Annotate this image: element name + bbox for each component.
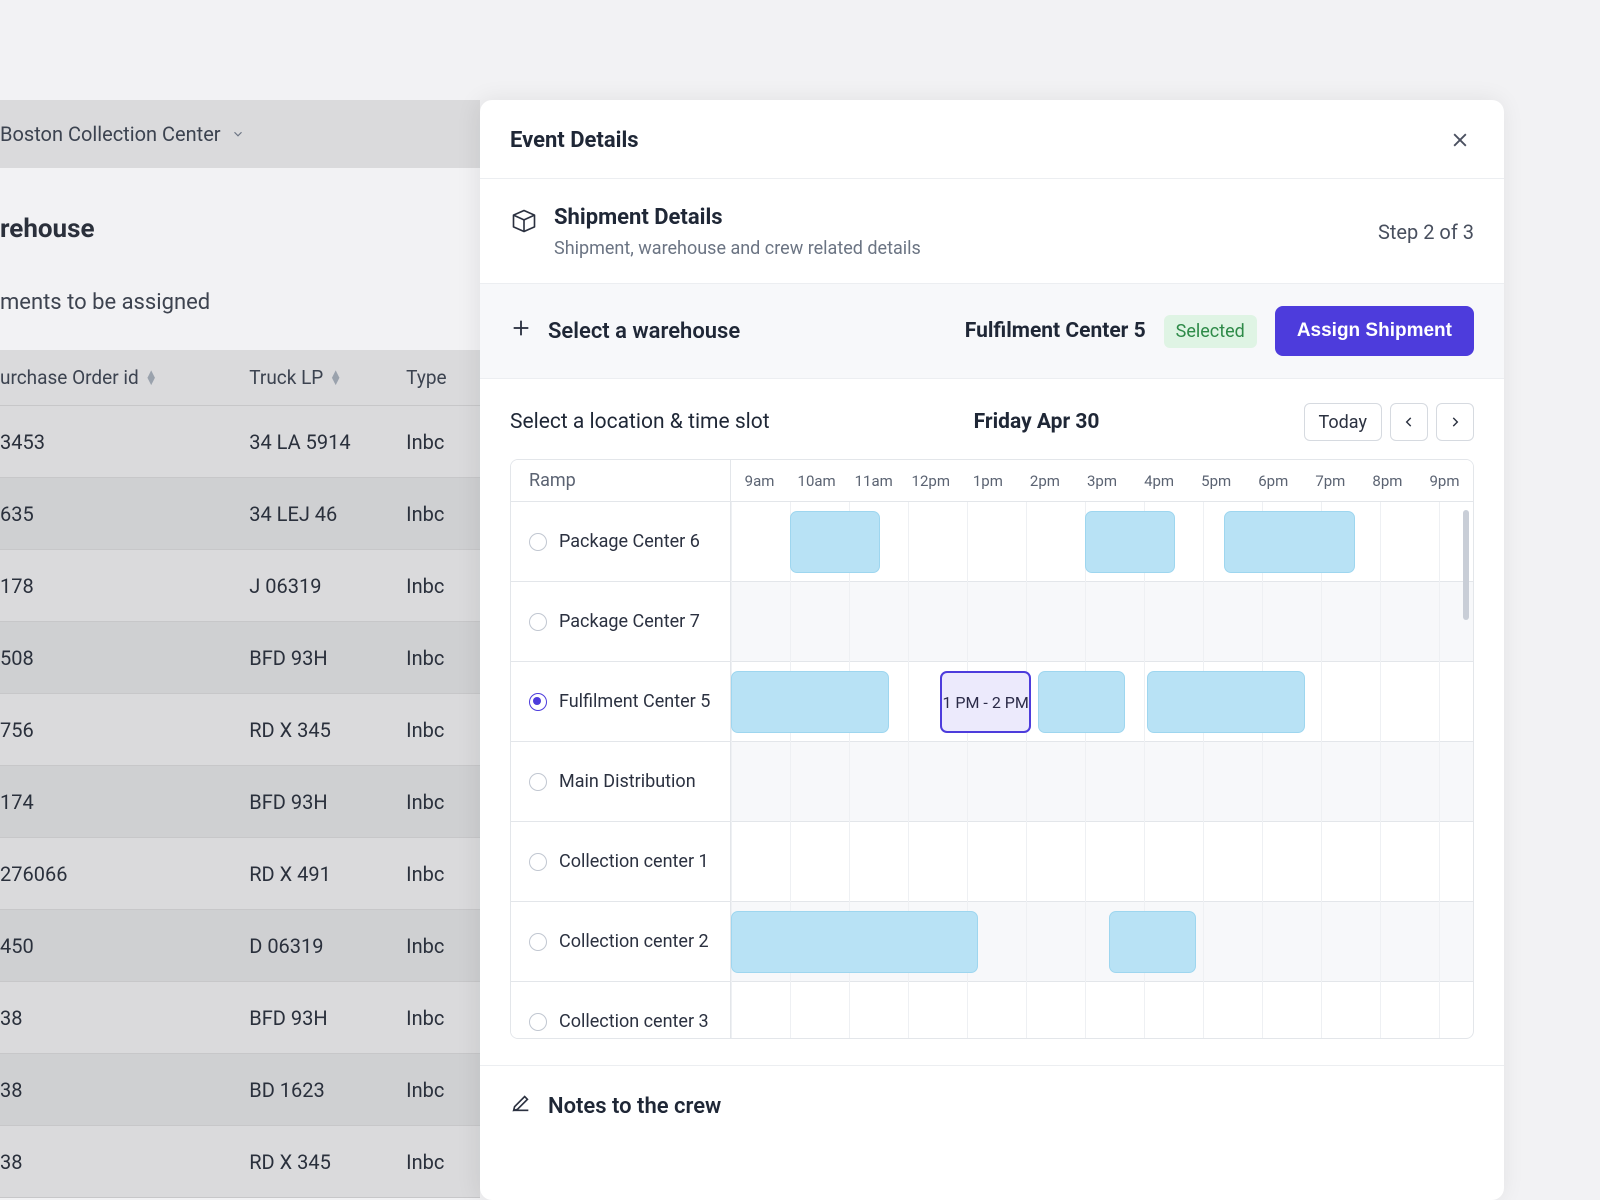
time-label: 10am [788, 460, 845, 501]
time-label: 6pm [1245, 460, 1302, 501]
time-label: 2pm [1016, 460, 1073, 501]
ramp-label: Main Distribution [559, 771, 696, 792]
timeslot-block[interactable] [731, 911, 978, 973]
time-label: 7pm [1302, 460, 1359, 501]
ramp-option[interactable]: Collection center 3 [511, 982, 730, 1039]
timeslot-block[interactable] [1085, 511, 1175, 573]
select-warehouse-button[interactable]: Select a warehouse [510, 317, 740, 345]
selected-timeslot[interactable]: 1 PM - 2 PM [940, 671, 1030, 733]
ramp-option[interactable]: Package Center 6 [511, 502, 730, 582]
timeslot-block[interactable] [1109, 911, 1196, 973]
time-label: 9am [731, 460, 788, 501]
radio-icon [529, 853, 547, 871]
selected-badge: Selected [1164, 315, 1257, 348]
calendar-row[interactable] [731, 582, 1473, 662]
prev-day-button[interactable] [1390, 403, 1428, 441]
time-label: 3pm [1073, 460, 1130, 501]
next-day-button[interactable] [1436, 403, 1474, 441]
plus-icon [510, 317, 532, 345]
time-label: 9pm [1416, 460, 1473, 501]
time-label: 5pm [1188, 460, 1245, 501]
step-counter: Step 2 of 3 [1378, 220, 1474, 244]
assign-shipment-button[interactable]: Assign Shipment [1275, 306, 1474, 356]
ramp-option[interactable]: Fulfilment Center 5 [511, 662, 730, 742]
radio-icon [529, 933, 547, 951]
selected-warehouse-name: Fulfilment Center 5 [965, 319, 1146, 343]
radio-icon [529, 1013, 547, 1031]
event-details-panel: Event Details Shipment Details Shipment,… [480, 100, 1504, 1200]
calendar-row[interactable] [731, 742, 1473, 822]
radio-icon [529, 693, 547, 711]
ramp-label: Package Center 7 [559, 611, 700, 632]
time-label: 11am [845, 460, 902, 501]
notes-section-header[interactable]: Notes to the crew [480, 1065, 1504, 1146]
today-button[interactable]: Today [1304, 403, 1382, 441]
calendar-grid: Ramp 9am10am11am12pm1pm2pm3pm4pm5pm6pm7p… [510, 459, 1474, 1039]
ramp-label: Fulfilment Center 5 [559, 691, 710, 712]
package-icon [510, 207, 538, 239]
grid-scrollbar[interactable] [1463, 510, 1469, 620]
step-description: Shipment, warehouse and crew related det… [554, 238, 921, 259]
ramp-option[interactable]: Main Distribution [511, 742, 730, 822]
timeslot-block[interactable] [1224, 511, 1356, 573]
calendar-date: Friday Apr 30 [974, 410, 1100, 434]
close-button[interactable] [1446, 126, 1474, 154]
ramp-label: Package Center 6 [559, 531, 700, 552]
radio-icon [529, 613, 547, 631]
timeslot-block[interactable] [1038, 671, 1125, 733]
ramp-label: Collection center 3 [559, 1011, 709, 1032]
timeslot-block[interactable] [1147, 671, 1305, 733]
time-label: 12pm [902, 460, 959, 501]
ramp-label: Collection center 2 [559, 931, 709, 952]
ramp-option[interactable]: Package Center 7 [511, 582, 730, 662]
radio-icon [529, 533, 547, 551]
step-title: Shipment Details [554, 205, 921, 230]
pencil-icon [510, 1092, 532, 1120]
time-label: 1pm [959, 460, 1016, 501]
time-label: 8pm [1359, 460, 1416, 501]
ramp-column-header: Ramp [511, 460, 731, 501]
modal-title: Event Details [510, 128, 639, 153]
timeslot-block[interactable] [731, 671, 889, 733]
calendar-row[interactable] [731, 982, 1473, 1039]
timeslot-block[interactable] [790, 511, 880, 573]
location-timeslot-prompt: Select a location & time slot [510, 410, 770, 434]
radio-icon [529, 773, 547, 791]
calendar-row[interactable] [731, 822, 1473, 902]
ramp-label: Collection center 1 [559, 851, 709, 872]
ramp-option[interactable]: Collection center 1 [511, 822, 730, 902]
ramp-option[interactable]: Collection center 2 [511, 902, 730, 982]
time-label: 4pm [1131, 460, 1188, 501]
